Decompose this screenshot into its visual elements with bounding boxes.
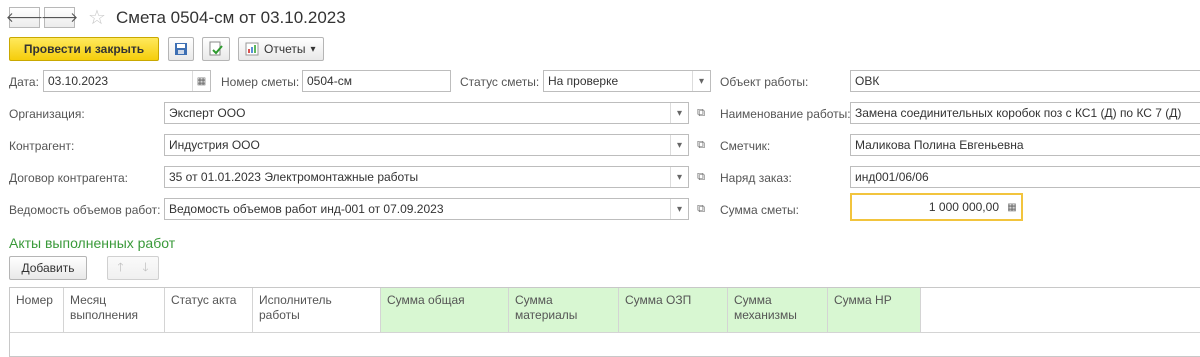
post-document-icon [209,41,223,56]
reports-label: Отчеты [264,42,306,56]
estimator-value: Маликова Полина Евгеньевна [855,138,1024,152]
work-order-label: Наряд заказ: [720,171,792,185]
work-name-label: Наименование работы: [720,107,851,121]
work-name-field[interactable]: Замена соединительных коробок поз с КС1 … [850,102,1200,124]
contract-select[interactable]: 35 от 01.01.2023 Электромонтажные работы… [164,166,689,188]
move-buttons: 🡑 🡓 [107,256,159,280]
window-title: Смета 0504-см от 03.10.2023 [116,8,346,27]
estimate-sum-label: Сумма сметы: [720,203,800,217]
favorite-star-icon[interactable]: ☆ [88,5,106,30]
save-icon [175,43,187,55]
report-icon [245,42,259,56]
contractor-select[interactable]: Индустрия ООО ▾ [164,134,689,156]
post-button[interactable] [202,37,230,61]
work-object-field[interactable]: ОВК [850,70,1200,92]
work-order-value: инд001/06/06 [855,170,929,184]
dropdown-arrow-icon[interactable]: ▾ [670,103,688,123]
acts-table-header: Номер Месяц выполнения Статус акта Испол… [10,288,1200,333]
date-value: 03.10.2023 [48,74,109,88]
column-header[interactable]: Сумма ОЗП [619,288,728,332]
column-header[interactable]: Сумма НР [828,288,921,332]
date-label: Дата: [9,75,39,89]
forward-button[interactable]: 🡒 [41,7,78,28]
estimator-field[interactable]: Маликова Полина Евгеньевна [850,134,1200,156]
save-button[interactable] [168,37,194,61]
estimate-number-value: 0504-см [307,74,352,88]
acts-table[interactable]: Номер Месяц выполнения Статус акта Испол… [9,287,1200,357]
column-header[interactable]: Исполнитель работы [253,288,381,332]
dropdown-arrow-icon[interactable]: ▾ [670,135,688,155]
dropdown-arrow-icon[interactable]: ▾ [692,71,710,91]
estimate-number-field[interactable]: 0504-см [302,70,451,92]
column-header[interactable]: Месяц выполнения [64,288,165,332]
reports-menu-button[interactable]: Отчеты ▾ [238,37,324,61]
move-up-icon[interactable]: 🡑 [117,258,123,279]
estimate-sum-value: 1 000 000,00 [928,200,999,214]
back-button[interactable]: 🡐 [6,7,43,28]
open-work-statement-icon[interactable]: ⧉ [692,198,710,220]
work-object-value: ОВК [855,74,880,88]
date-field[interactable]: 03.10.2023 ▦ [43,70,211,92]
back-icon: 🡐 [5,9,44,25]
column-header[interactable]: Статус акта [165,288,253,332]
dropdown-arrow-icon[interactable]: ▾ [670,167,688,187]
acts-section-title: Акты выполненных работ [9,235,176,251]
contractor-label: Контрагент: [9,139,75,153]
contractor-value: Индустрия ООО [169,138,260,152]
column-header[interactable]: Сумма механизмы [728,288,828,332]
add-act-button[interactable]: Добавить [9,256,87,280]
column-header[interactable]: Сумма материалы [509,288,619,332]
organization-label: Организация: [9,107,85,121]
work-statement-select[interactable]: Ведомость объемов работ инд-001 от 07.09… [164,198,689,220]
estimate-status-label: Статус сметы: [460,75,540,89]
calculator-icon[interactable]: ▦ [1003,195,1021,219]
estimate-status-select[interactable]: На проверке ▾ [543,70,711,92]
post-and-close-button[interactable]: Провести и закрыть [9,37,159,61]
organization-value: Эксперт ООО [169,106,246,120]
move-down-icon[interactable]: 🡓 [142,258,148,279]
work-name-value: Замена соединительных коробок поз с КС1 … [855,106,1182,120]
calendar-icon[interactable]: ▦ [192,71,210,91]
estimate-number-label: Номер сметы: [221,75,300,89]
chevron-down-icon: ▾ [310,43,316,55]
work-object-label: Объект работы: [720,75,809,89]
work-statement-label: Ведомость объемов работ: [9,203,161,217]
dropdown-arrow-icon[interactable]: ▾ [670,199,688,219]
estimate-status-value: На проверке [548,74,619,88]
forward-icon: 🡒 [40,9,79,25]
estimator-label: Сметчик: [720,139,771,153]
work-order-field[interactable]: инд001/06/06 [850,166,1200,188]
open-organization-icon[interactable]: ⧉ [692,102,710,124]
estimate-sum-field[interactable]: 1 000 000,00 ▦ [850,193,1023,221]
contract-value: 35 от 01.01.2023 Электромонтажные работы [169,170,419,184]
organization-select[interactable]: Эксперт ООО ▾ [164,102,689,124]
contract-label: Договор контрагента: [9,171,128,185]
column-header[interactable]: Номер [10,288,64,332]
open-contract-icon[interactable]: ⧉ [692,166,710,188]
column-header[interactable]: Сумма общая [381,288,509,332]
work-statement-value: Ведомость объемов работ инд-001 от 07.09… [169,202,444,216]
open-contractor-icon[interactable]: ⧉ [692,134,710,156]
